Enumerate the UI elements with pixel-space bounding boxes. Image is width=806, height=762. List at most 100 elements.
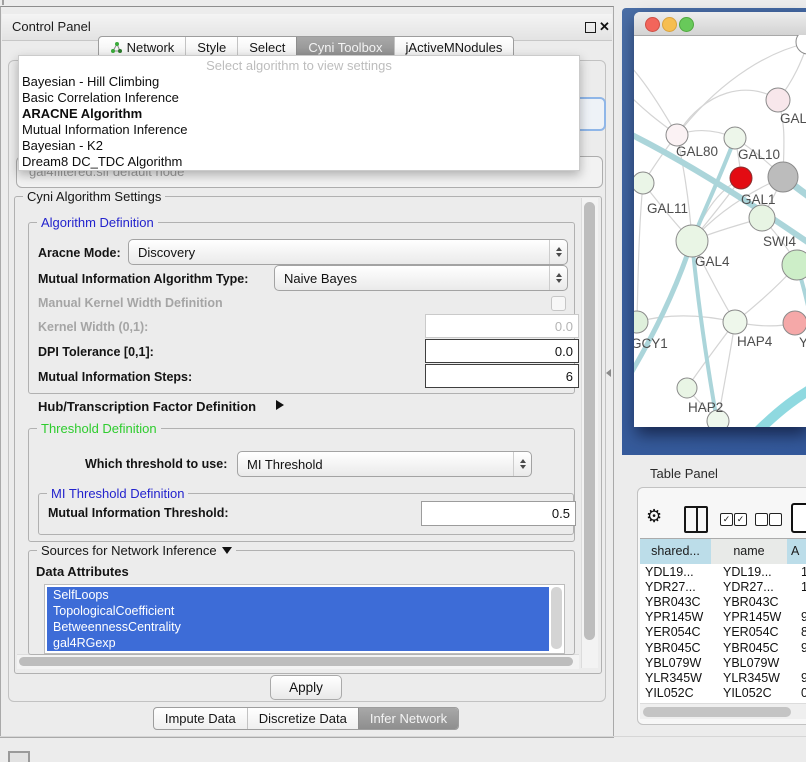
- cell-shared: YBR045C: [640, 641, 716, 655]
- algorithm-popup-placeholder: Select algorithm to view settings: [19, 57, 579, 74]
- mi-type-label: Mutual Information Algorithm Type:: [38, 272, 248, 286]
- node-label: GAL10: [738, 147, 780, 162]
- table-row[interactable]: YER054C YER054C 8.: [640, 625, 806, 640]
- list-item-selected[interactable]: gal4RGexp: [47, 635, 549, 651]
- table-row[interactable]: YIL052C YIL052C 0.: [640, 686, 806, 701]
- threshold-definition-title: Threshold Definition: [37, 421, 161, 436]
- node-label: GAL80: [676, 144, 718, 159]
- mi-threshold-definition-title: MI Threshold Definition: [47, 486, 188, 501]
- node-gray[interactable]: [768, 162, 798, 192]
- expand-right-icon[interactable]: [276, 400, 284, 410]
- status-divider: [0, 736, 806, 737]
- algorithm-option-selected[interactable]: ARACNE Algorithm: [19, 106, 579, 122]
- list-item-selected[interactable]: TopologicalCoefficient: [47, 603, 549, 619]
- kernel-width-field[interactable]: 0.0: [425, 314, 579, 338]
- mi-threshold-field[interactable]: 0.5: [421, 501, 576, 526]
- table-row[interactable]: YBR043C YBR043C: [640, 594, 806, 609]
- data-attributes-list[interactable]: SelfLoops TopologicalCoefficient Between…: [44, 584, 565, 654]
- cell-value: 12: [799, 580, 806, 594]
- node-label: GAL11: [647, 201, 688, 216]
- checked-checkbox-icon[interactable]: ✓: [734, 513, 747, 526]
- columns-icon[interactable]: [684, 506, 708, 533]
- list-vscrollbar-thumb[interactable]: [551, 587, 562, 649]
- node-gal4[interactable]: [676, 225, 708, 257]
- node-hap4[interactable]: [723, 310, 747, 334]
- node-green-right[interactable]: [782, 250, 806, 280]
- cell-name: YBL079W: [716, 656, 799, 670]
- tab-impute-data[interactable]: Impute Data: [154, 708, 247, 729]
- settings-hscrollbar-track[interactable]: [17, 654, 579, 669]
- table-hscrollbar-track[interactable]: [640, 703, 806, 719]
- cell-value: 9.: [799, 610, 806, 624]
- collapse-down-icon[interactable]: [222, 547, 232, 554]
- settings-vscrollbar-track[interactable]: [581, 198, 598, 668]
- unchecked-checkbox-icon[interactable]: [755, 513, 768, 526]
- node-gcy1[interactable]: [634, 311, 648, 333]
- algorithm-option[interactable]: Basic Correlation Inference: [19, 90, 579, 106]
- float-window-icon[interactable]: [585, 22, 596, 33]
- table-row[interactable]: YLR345W YLR345W 9.: [640, 670, 806, 685]
- which-threshold-combo[interactable]: MI Threshold: [237, 451, 532, 477]
- tab-discretize-data-label: Discretize Data: [259, 709, 347, 728]
- aracne-mode-combo[interactable]: Discovery: [128, 239, 568, 265]
- node-gal80[interactable]: [666, 124, 688, 146]
- mi-threshold-label: Mutual Information Threshold:: [48, 506, 229, 520]
- column-header-partial[interactable]: A: [787, 538, 806, 566]
- list-item-selected[interactable]: SelfLoops: [47, 587, 549, 603]
- document-icon[interactable]: [791, 503, 806, 533]
- sources-title[interactable]: Sources for Network Inference: [37, 543, 236, 558]
- minimized-panel-button[interactable]: [8, 751, 30, 762]
- node-gal11[interactable]: [634, 172, 654, 194]
- column-header-name[interactable]: name: [711, 538, 788, 566]
- node-hap2[interactable]: [677, 378, 697, 398]
- minimize-traffic-light-icon[interactable]: [662, 17, 677, 32]
- node-gal-pink[interactable]: [766, 88, 790, 112]
- close-traffic-light-icon[interactable]: [645, 17, 660, 32]
- cyni-algorithm-settings-title: Cyni Algorithm Settings: [23, 189, 165, 204]
- mi-steps-field[interactable]: 6: [425, 364, 579, 388]
- network-canvas[interactable]: GAL GAL80 GAL10 GAL11 GAL1 SWI4 GAL4 GCY…: [634, 35, 806, 427]
- node-label: GAL4: [695, 254, 730, 269]
- node[interactable]: [796, 35, 806, 54]
- algorithm-option[interactable]: Mutual Information Inference: [19, 122, 579, 138]
- node-gal10[interactable]: [724, 127, 746, 149]
- table-row[interactable]: YBL079W YBL079W: [640, 655, 806, 670]
- network-view-window[interactable]: GAL GAL80 GAL10 GAL11 GAL1 SWI4 GAL4 GCY…: [634, 12, 806, 427]
- settings-hscrollbar-thumb[interactable]: [19, 657, 573, 666]
- mi-type-combo[interactable]: Naive Bayes: [274, 265, 568, 291]
- table-hscrollbar-thumb[interactable]: [643, 707, 791, 717]
- cell-name: YBR045C: [716, 641, 799, 655]
- algorithm-definition-title-text: Algorithm Definition: [41, 215, 154, 230]
- network-window-titlebar[interactable]: [634, 12, 806, 36]
- settings-vscrollbar-thumb[interactable]: [584, 202, 595, 640]
- column-header-shared[interactable]: shared...: [640, 538, 712, 566]
- table-row[interactable]: YDL19... YDL19... 13: [640, 564, 806, 579]
- table-row[interactable]: YDR27... YDR27... 12: [640, 579, 806, 594]
- tab-impute-data-label: Impute Data: [165, 709, 236, 728]
- node-swi4[interactable]: [749, 205, 775, 231]
- node-salmon[interactable]: [783, 311, 806, 335]
- unchecked-checkbox-icon[interactable]: [769, 513, 782, 526]
- dpi-tolerance-field[interactable]: 0.0: [425, 339, 579, 363]
- list-item-selected[interactable]: BetweennessCentrality: [47, 619, 549, 635]
- splitter-handle[interactable]: [606, 369, 611, 377]
- cell-value: 9.: [799, 641, 806, 655]
- tab-discretize-data[interactable]: Discretize Data: [247, 708, 358, 729]
- algorithm-option[interactable]: Bayesian - K2: [19, 138, 579, 154]
- tab-infer-network[interactable]: Infer Network: [358, 708, 458, 729]
- gear-icon[interactable]: ⚙: [646, 505, 662, 527]
- algorithm-option[interactable]: Dream8 DC_TDC Algorithm: [19, 154, 579, 170]
- mi-steps-label: Mutual Information Steps:: [38, 370, 192, 384]
- algorithm-option[interactable]: Bayesian - Hill Climbing: [19, 74, 579, 90]
- column-header-shared-label: shared...: [651, 544, 700, 558]
- zoom-traffic-light-icon[interactable]: [679, 17, 694, 32]
- node-gal1-red[interactable]: [730, 167, 752, 189]
- hub-definition-label[interactable]: Hub/Transcription Factor Definition: [38, 399, 256, 414]
- cell-shared: YER054C: [640, 625, 716, 639]
- close-icon[interactable]: ✕: [599, 19, 610, 35]
- checked-checkbox-icon[interactable]: ✓: [720, 513, 733, 526]
- manual-kernel-checkbox[interactable]: [551, 296, 566, 311]
- table-row[interactable]: YPR145W YPR145W 9.: [640, 610, 806, 625]
- apply-button[interactable]: Apply: [270, 675, 342, 700]
- table-row[interactable]: YBR045C YBR045C 9.: [640, 640, 806, 655]
